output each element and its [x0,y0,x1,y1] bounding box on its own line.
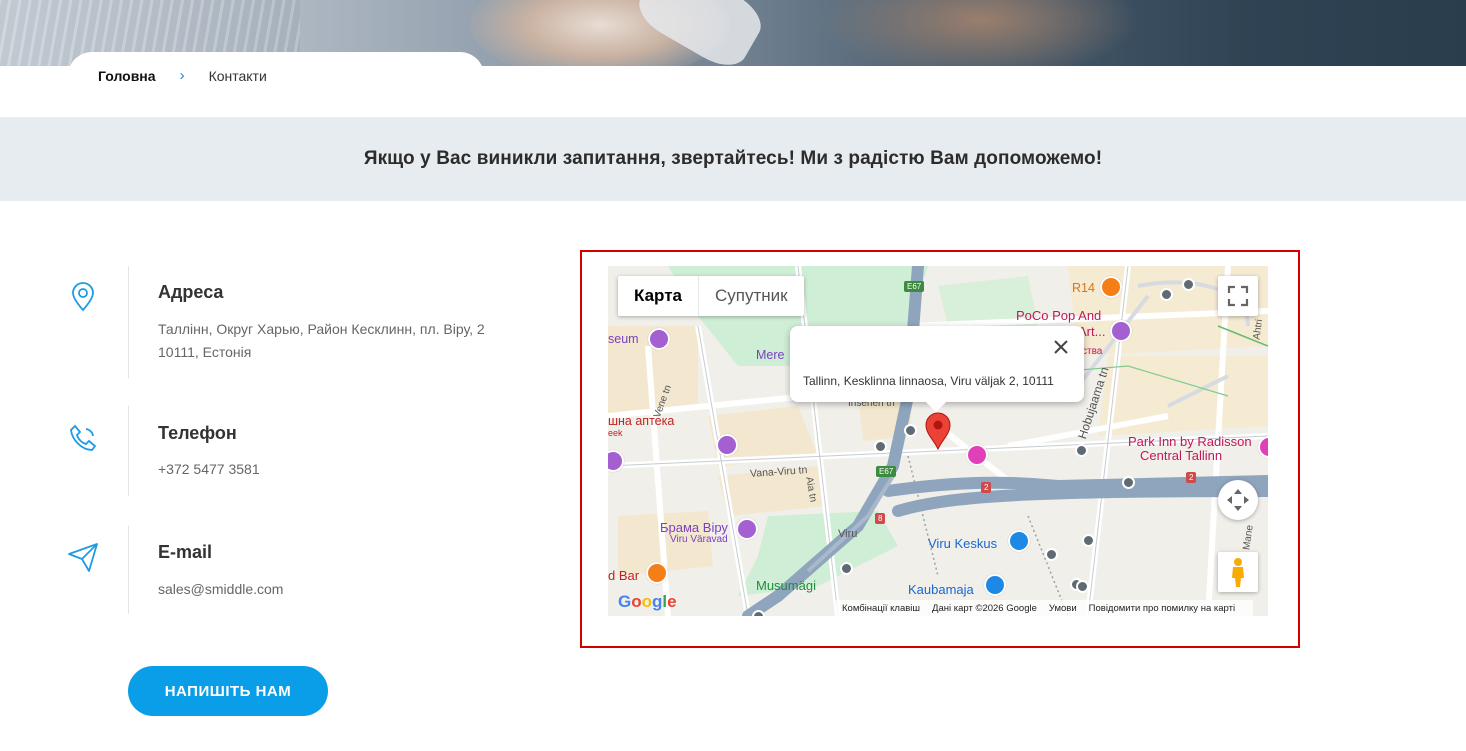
address-title: Адреса [158,282,224,302]
paper-plane-icon [68,543,98,572]
map-type-control: Карта Супутник [618,276,804,316]
route-e67-shield: E67 [904,281,925,292]
fullscreen-button[interactable] [1218,276,1258,316]
transit-stop-icon[interactable] [1075,444,1088,457]
pegman-icon [1232,558,1244,587]
close-icon[interactable] [1050,336,1072,358]
viru-gate-poi-icon[interactable] [736,518,758,540]
map-type-satellite-button[interactable]: Супутник [697,276,804,316]
map-marker-icon[interactable] [924,412,952,450]
transit-stop-icon[interactable] [1160,288,1173,301]
phone-icon [70,424,97,451]
help-banner: Якщо у Вас виникли запитання, звертайтес… [0,117,1466,201]
breadcrumb-home-link[interactable]: Головна [98,68,156,84]
contact-email: E-mail sales@smiddle.com [60,526,540,614]
keyboard-shortcuts-link[interactable]: Комбінації клавіш [842,603,920,614]
breadcrumb: Головна › Контакти [98,67,267,84]
transit-stop-icon[interactable] [1122,476,1135,489]
google-map[interactable]: E67 E67 2 2 8 PoCo Pop And Art... R14 se… [608,266,1268,616]
map-label-musumagi[interactable]: Musumägi [756,578,816,593]
map-label-r14[interactable]: R14 [1072,281,1095,295]
kaubamaja-poi-icon[interactable] [984,574,1006,596]
transit-stop-icon[interactable] [1076,580,1089,593]
location-pin-icon [72,282,94,312]
fullscreen-icon [1227,285,1249,307]
transit-stop-icon[interactable] [840,562,853,575]
map-data-text: Дані карт ©2026 Google [932,602,1037,614]
map-label-apteka[interactable]: шна аптека [608,414,674,428]
email-title: E-mail [158,542,213,562]
bar-poi-icon[interactable] [646,562,668,584]
route-2-shield-2: 2 [1186,472,1197,483]
map-label-ctva: ства [1082,346,1103,357]
banner-text: Якщо у Вас виникли запитання, звертайтес… [363,148,1103,169]
camera-pan-control[interactable] [1218,480,1258,520]
address-text: Таллінн, Округ Харью, Район Кесклинн, пл… [158,318,538,364]
terms-link[interactable]: Умови [1049,603,1077,614]
art-poi-icon[interactable] [1110,320,1132,342]
route-2-shield: 2 [981,482,992,493]
transit-stop-icon[interactable] [752,610,765,616]
restaurant-poi-icon[interactable] [1100,276,1122,298]
route-e67-shield-2: E67 [876,466,897,477]
photo-poi-icon[interactable] [716,434,738,456]
map-label-viru-gate[interactable]: Брама Віру [660,520,728,535]
report-error-link[interactable]: Повідомити про помилку на карті [1089,603,1235,614]
transit-stop-icon[interactable] [1045,548,1058,561]
map-attribution: Комбінації клавіш Дані карт ©2026 Google… [836,600,1254,616]
route-8-shield: 8 [875,513,886,524]
map-label-viru-keskus[interactable]: Viru Keskus [928,536,997,551]
map-label-viru-street: Viru [838,528,858,540]
map-label-eek: eek [608,428,623,438]
address-line-1: Таллінн, Округ Харью, Район Кесклинн, пл… [158,321,485,337]
google-logo: Google [618,592,677,611]
address-line-2: 10111, Естонія [158,344,252,360]
transit-stop-icon[interactable] [1182,278,1195,291]
phone-text[interactable]: +372 5477 3581 [158,458,538,481]
map-info-window: Tallinn, Kesklinna linnaosa, Viru väljak… [790,326,1084,412]
contact-phone: Телефон +372 5477 3581 [60,406,540,496]
write-us-button[interactable]: НАПИШІТЬ НАМ [128,666,328,716]
map-label-museum[interactable]: seum [608,332,639,346]
phone-title: Телефон [158,423,237,443]
breadcrumb-separator-icon: › [179,67,185,84]
hotel-poi-icon[interactable] [966,444,988,466]
transit-stop-icon[interactable] [874,440,887,453]
map-type-map-button[interactable]: Карта [618,276,698,316]
map-label-viru-varavad: Viru Väravad [670,534,728,545]
map-label-poco[interactable]: PoCo Pop And [1016,308,1101,323]
museum-poi-icon[interactable] [648,328,670,350]
map-label-bar[interactable]: d Bar [608,568,639,583]
transit-stop-icon[interactable] [904,424,917,437]
map-label-park-inn-2[interactable]: Central Tallinn [1140,448,1222,463]
move-arrows-icon [1227,489,1249,511]
map-label-kaubamaja[interactable]: Kaubamaja [908,582,974,597]
breadcrumb-current: Контакти [208,67,267,84]
email-text[interactable]: sales@smiddle.com [158,578,538,601]
map-label-mere[interactable]: Mere [756,348,784,362]
viru-keskus-poi-icon[interactable] [1008,530,1030,552]
contact-address: Адреса Таллінн, Округ Харью, Район Кескл… [60,266,540,378]
info-window-address: Tallinn, Kesklinna linnaosa, Viru väljak… [803,374,1054,388]
street-view-button[interactable] [1218,552,1258,592]
transit-stop-icon[interactable] [1082,534,1095,547]
map-label-park-inn[interactable]: Park Inn by Radisson [1128,434,1252,449]
